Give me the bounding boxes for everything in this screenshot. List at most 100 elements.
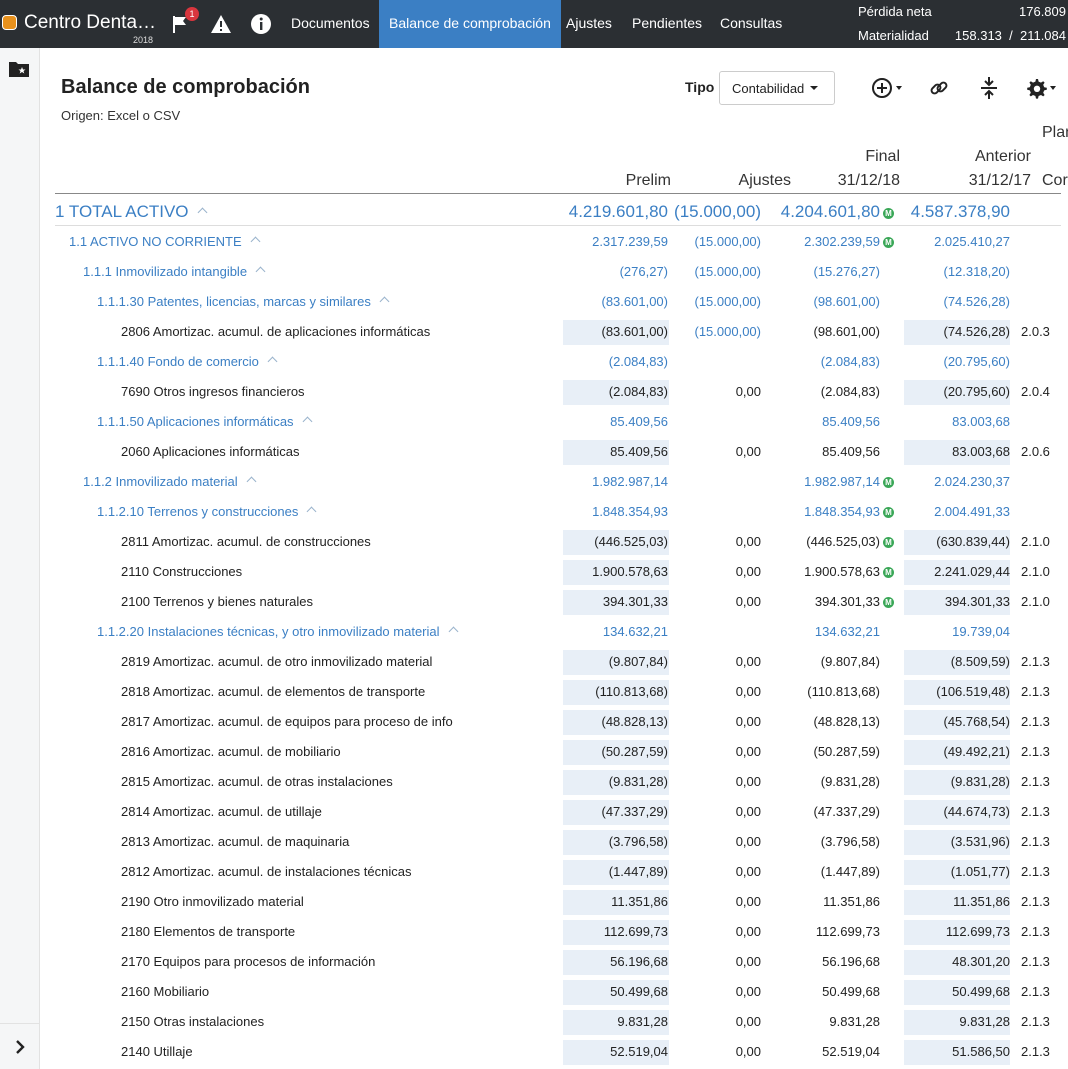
prelim-value[interactable]: 134.632,21 [603,617,668,647]
anterior-value[interactable]: (74.526,28) [944,317,1011,347]
final-value[interactable]: 2.302.239,59 M [804,227,894,257]
final-value[interactable]: 1.848.354,93 M [804,497,894,527]
final-value[interactable]: (9.807,84) [821,647,880,677]
anterior-value[interactable]: 2.241.029,44 [934,557,1010,587]
row-label[interactable]: 1.1.2 Inmovilizado material [83,467,257,497]
anterior-value[interactable]: 112.699,73 [946,917,1010,947]
account-row[interactable]: 2150 Otras instalaciones 9.831,28 0,00 9.83… [55,1007,1068,1037]
anterior-value[interactable]: (74.526,28) [944,287,1011,317]
chevron-up-icon[interactable] [255,266,266,277]
account-row[interactable]: 2814 Amortizac. acumul. de utillaje (47.3… [55,797,1068,827]
group-row[interactable]: 1.1.1.50 Aplicaciones informáticas 85.409… [55,407,1068,437]
link-button[interactable] [928,74,950,102]
anterior-value[interactable]: 11.351,86 [953,887,1010,917]
prelim-value[interactable]: 85.409,56 [610,437,668,467]
group-row[interactable]: 1.1.1 Inmovilizado intangible (276,27) (15… [55,257,1068,287]
add-button[interactable] [871,74,902,102]
account-row[interactable]: 2818 Amortizac. acumul. de elementos de … [55,677,1068,707]
prelim-value[interactable]: (1.447,89) [609,857,668,887]
prelim-value[interactable]: (9.831,28) [609,767,668,797]
info-icon[interactable] [247,10,275,38]
prelim-value[interactable]: 52.519,04 [610,1037,668,1067]
prelim-value[interactable]: 85.409,56 [610,407,668,437]
row-label[interactable]: 1.1.2.20 Instalaciones técnicas, y otro … [97,617,458,647]
prelim-value[interactable]: 11.351,86 [611,887,668,917]
prelim-value[interactable]: 1.982.987,14 [592,467,668,497]
ajustes-value[interactable]: 0,00 [736,677,761,707]
ajustes-value[interactable]: 0,00 [736,797,761,827]
company-selector[interactable]: Centro Denta… 2018 [0,0,162,48]
folder-icon[interactable] [8,60,30,83]
account-row[interactable]: 2811 Amortizac. acumul. de construccione… [55,527,1068,557]
anterior-value[interactable]: (8.509,59) [951,647,1010,677]
anterior-value[interactable]: 19.739,04 [952,617,1010,647]
nav-consultas[interactable]: Consultas [720,0,782,48]
final-value[interactable]: (9.831,28) [821,767,880,797]
anterior-value[interactable]: 2.025.410,27 [934,227,1010,257]
anterior-value[interactable]: 83.003,68 [952,407,1010,437]
anterior-value[interactable]: 4.587.378,90 [911,197,1010,227]
prelim-value[interactable]: 394.301,33 [603,587,668,617]
row-label[interactable]: 1.1.1.30 Patentes, licencias, marcas y s… [97,287,390,317]
prelim-value[interactable]: (3.796,58) [609,827,668,857]
nav-balance-comprobacion[interactable]: Balance de comprobación [379,0,561,48]
anterior-value[interactable]: (20.795,60) [944,377,1011,407]
ajustes-value[interactable]: 0,00 [736,827,761,857]
anterior-value[interactable]: 50.499,68 [952,977,1010,1007]
anterior-value[interactable]: 2.004.491,33 [934,497,1010,527]
final-value[interactable]: (98.601,00) [814,287,881,317]
prelim-value[interactable]: (9.807,84) [609,647,668,677]
prelim-value[interactable]: (83.601,00) [602,317,669,347]
final-value[interactable]: 56.196,68 [822,947,880,977]
final-value[interactable]: 4.204.601,80 M [781,197,894,227]
settings-button[interactable] [1025,74,1056,102]
account-row[interactable]: 2815 Amortizac. acumul. de otras instala… [55,767,1068,797]
row-label[interactable]: 1.1.1.50 Aplicaciones informáticas [97,407,313,437]
chevron-up-icon[interactable] [302,416,313,427]
final-value[interactable]: (1.447,89) [821,857,880,887]
prelim-value[interactable]: 2.317.239,59 [592,227,668,257]
ajustes-value[interactable]: 0,00 [736,917,761,947]
ajustes-value[interactable]: 0,00 [736,1007,761,1037]
row-label[interactable]: 1.1.1 Inmovilizado intangible [83,257,266,287]
group-row[interactable]: 1.1.2 Inmovilizado material 1.982.987,14 1… [55,467,1068,497]
final-value[interactable]: (2.084,83) [821,377,880,407]
group-row[interactable]: 1.1.1.30 Patentes, licencias, marcas y s… [55,287,1068,317]
final-value[interactable]: (48.828,13) [814,707,881,737]
anterior-value[interactable]: 394.301,33 [945,587,1010,617]
account-row[interactable]: 2060 Aplicaciones informáticas 85.409,56 0… [55,437,1068,467]
collapse-button[interactable] [979,74,999,102]
final-value[interactable]: (47.337,29) [814,797,881,827]
ajustes-value[interactable]: (15.000,00) [674,197,761,227]
final-value[interactable]: 85.409,56 [822,437,880,467]
prelim-value[interactable]: 4.219.601,80 [569,197,668,227]
final-value[interactable]: 1.982.987,14 M [804,467,894,497]
prelim-value[interactable]: (47.337,29) [602,797,669,827]
anterior-value[interactable]: (630.839,44) [936,527,1010,557]
chevron-up-icon[interactable] [448,626,458,637]
prelim-value[interactable]: 9.831,28 [617,1007,668,1037]
final-value[interactable]: (110.813,68) [807,677,880,707]
account-row[interactable]: 2816 Amortizac. acumul. de mobiliario (50… [55,737,1068,767]
nav-pendientes[interactable]: Pendientes [632,0,702,48]
group-row[interactable]: 1.1.2.10 Terrenos y construcciones 1.848.… [55,497,1068,527]
anterior-value[interactable]: (45.768,54) [944,707,1011,737]
final-value[interactable]: 394.301,33 M [815,587,894,617]
final-value[interactable]: 112.699,73 [816,917,880,947]
final-value[interactable]: (15.276,27) [814,257,881,287]
row-label[interactable]: 1.1.2.10 Terrenos y construcciones [97,497,317,527]
anterior-value[interactable]: (1.051,77) [951,857,1010,887]
prelim-value[interactable]: (110.813,68) [595,677,668,707]
anterior-value[interactable]: 83.003,68 [952,437,1010,467]
ajustes-value[interactable]: 0,00 [736,857,761,887]
prelim-value[interactable]: (276,27) [620,257,668,287]
final-value[interactable]: 11.351,86 [823,887,880,917]
expand-sidebar-button[interactable] [0,1023,40,1069]
anterior-value[interactable]: 2.024.230,37 [934,467,1010,497]
group-row[interactable]: 1 TOTAL ACTIVO 4.219.601,80 (15.000,00) 4.2… [55,197,1068,227]
prelim-value[interactable]: 50.499,68 [610,977,668,1007]
ajustes-value[interactable]: (15.000,00) [695,257,762,287]
prelim-value[interactable]: (2.084,83) [609,347,668,377]
chevron-up-icon[interactable] [250,236,261,247]
account-row[interactable]: 2110 Construcciones 1.900.578,63 0,00 1.900… [55,557,1068,587]
